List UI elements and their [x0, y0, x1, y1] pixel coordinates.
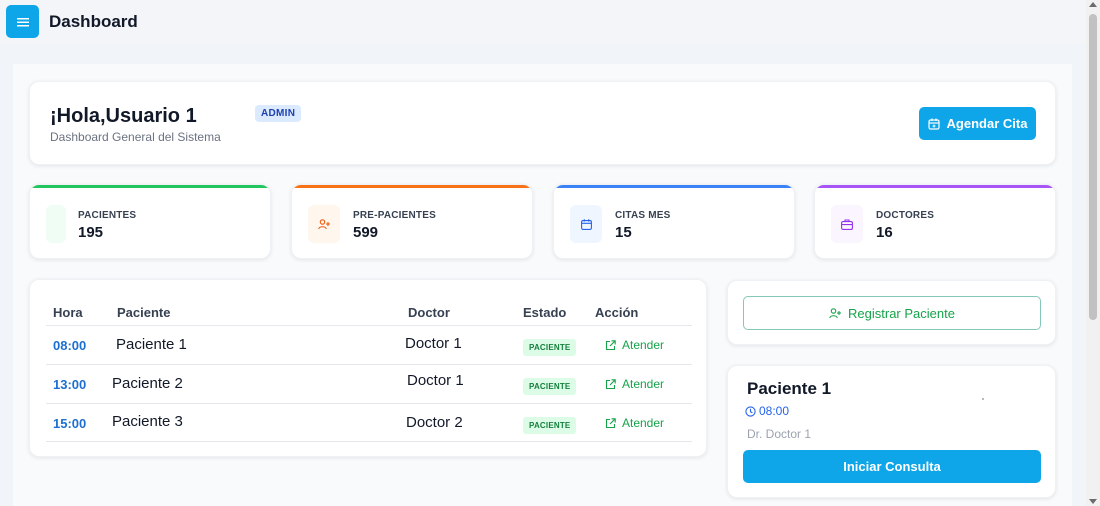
- menu-icon: [16, 17, 29, 26]
- next-appointment-card: Paciente 1 08:00 Dr. Doctor 1 Iniciar Co…: [727, 365, 1056, 498]
- stat-card-doctors: DOCTORES 16: [814, 184, 1056, 259]
- vertical-scrollbar[interactable]: [1086, 0, 1100, 506]
- stat-card-pre-patients: PRE-PACIENTES 599: [291, 184, 533, 259]
- dashboard-subtitle: Dashboard General del Sistema: [50, 130, 221, 144]
- column-header-action: Acción: [595, 305, 639, 320]
- role-badge: ADMIN: [255, 105, 302, 122]
- scroll-up-arrow-icon[interactable]: [1089, 2, 1097, 7]
- external-link-icon: [605, 339, 616, 350]
- appointment-time-label: 08:00: [759, 404, 790, 418]
- stat-value: 599: [353, 224, 379, 241]
- table-row-doctor: Doctor 1: [407, 372, 464, 389]
- attend-link[interactable]: Atender: [605, 377, 664, 391]
- external-link-icon: [605, 417, 616, 428]
- briefcase-medical-icon: [831, 205, 863, 243]
- page-title: Dashboard: [49, 12, 138, 31]
- table-row-patient: Paciente 3: [112, 413, 183, 430]
- appointment-time: 08:00: [745, 404, 789, 418]
- table-row-time: 13:00: [53, 377, 87, 392]
- stat-card-appointments-month: CITAS MES 15: [553, 184, 795, 259]
- start-consultation-button[interactable]: Iniciar Consulta: [743, 450, 1041, 483]
- attend-label: Atender: [622, 338, 665, 352]
- stat-value: 195: [78, 224, 104, 241]
- status-badge: PACIENTE: [523, 417, 577, 434]
- appointment-doctor: Dr. Doctor 1: [747, 427, 812, 441]
- column-header-status: Estado: [523, 305, 567, 320]
- stat-card-patients: PACIENTES 195: [29, 184, 271, 259]
- decorative-dot: [982, 398, 984, 400]
- welcome-card: ¡Hola,Usuario 1 ADMIN Dashboard General …: [29, 81, 1056, 165]
- table-row-time: 08:00: [53, 338, 87, 353]
- attend-label: Atender: [622, 416, 665, 430]
- top-bar: Dashboard: [0, 0, 1086, 44]
- calendar-icon: [570, 205, 602, 243]
- table-divider: [46, 364, 692, 365]
- table-row-time: 15:00: [53, 416, 87, 431]
- table-row-patient: Paciente 2: [112, 375, 183, 392]
- user-plus-icon: [308, 205, 340, 243]
- table-divider: [46, 403, 692, 404]
- external-link-icon: [605, 378, 616, 389]
- appointments-table-card: Hora Paciente Doctor Estado Acción 08:00…: [29, 279, 707, 457]
- stat-label: PACIENTES: [78, 210, 137, 221]
- stat-label: CITAS MES: [615, 210, 671, 221]
- appointment-patient-name: Paciente 1: [747, 379, 832, 398]
- stat-value: 15: [615, 224, 632, 241]
- menu-button[interactable]: [6, 5, 39, 38]
- users-icon: [46, 205, 66, 243]
- stat-value: 16: [876, 224, 893, 241]
- register-patient-card: Registrar Paciente: [727, 280, 1056, 345]
- column-header-patient: Paciente: [117, 305, 171, 320]
- table-divider: [46, 325, 692, 326]
- attend-label: Atender: [622, 377, 665, 391]
- column-header-doctor: Doctor: [408, 305, 450, 320]
- schedule-button-label: Agendar Cita: [946, 116, 1028, 131]
- column-header-hour: Hora: [53, 305, 83, 320]
- table-row-doctor: Doctor 1: [405, 335, 462, 352]
- scroll-down-arrow-icon[interactable]: [1089, 499, 1097, 504]
- clock-icon: [745, 405, 756, 417]
- status-badge: PACIENTE: [523, 378, 577, 395]
- register-patient-label: Registrar Paciente: [848, 305, 955, 321]
- table-row-patient: Paciente 1: [116, 336, 187, 353]
- attend-link[interactable]: Atender: [605, 338, 664, 352]
- stat-label: PRE-PACIENTES: [353, 210, 436, 221]
- user-plus-icon: [829, 307, 842, 318]
- table-divider: [46, 441, 692, 442]
- schedule-appointment-button[interactable]: Agendar Cita: [919, 107, 1036, 140]
- attend-link[interactable]: Atender: [605, 416, 664, 430]
- calendar-plus-icon: [927, 118, 940, 130]
- table-row-doctor: Doctor 2: [406, 414, 463, 431]
- scroll-thumb[interactable]: [1089, 14, 1097, 320]
- stat-label: DOCTORES: [876, 210, 935, 221]
- greeting-heading: ¡Hola,Usuario 1: [50, 105, 197, 127]
- register-patient-button[interactable]: Registrar Paciente: [743, 296, 1041, 330]
- status-badge: PACIENTE: [523, 339, 577, 356]
